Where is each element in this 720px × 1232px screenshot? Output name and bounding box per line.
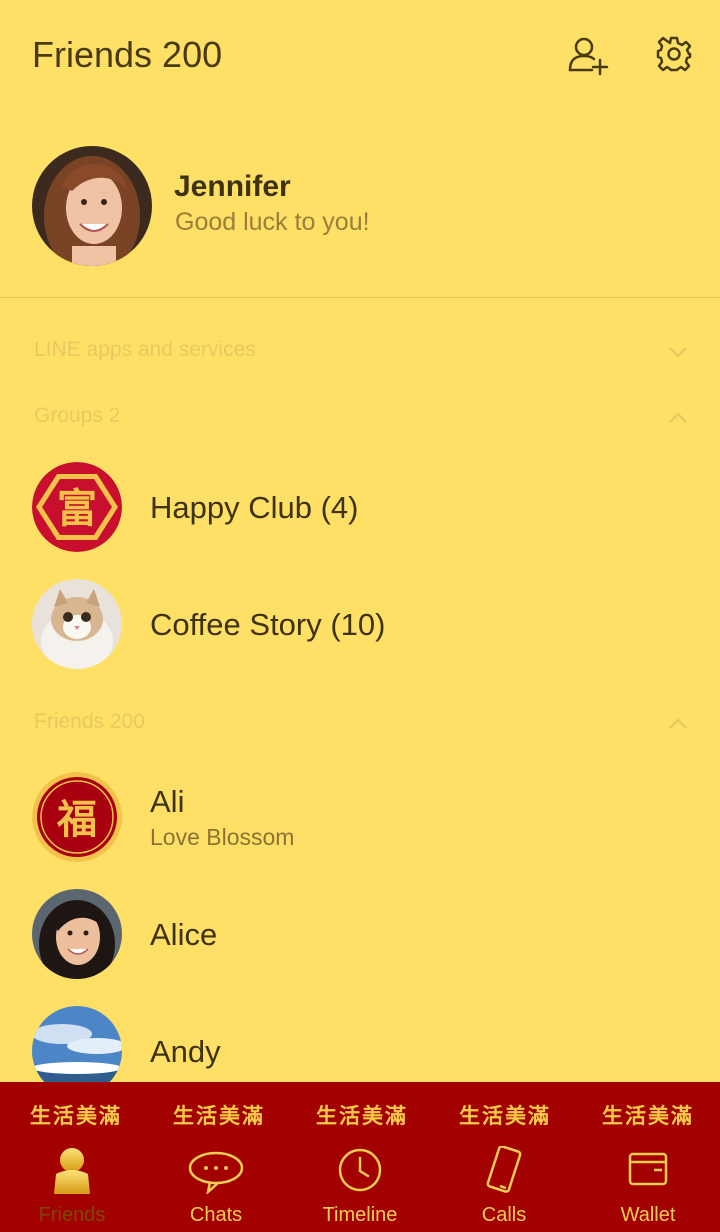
list-item-group[interactable]: 富 Happy Club (4) xyxy=(0,452,720,562)
my-profile[interactable]: Jennifer Good luck to you! xyxy=(0,140,720,298)
group-name: Coffee Story (10) xyxy=(150,607,386,642)
tab-label: Friends xyxy=(38,1204,106,1226)
page-title: Friends 200 xyxy=(32,34,223,75)
header: Friends 200 xyxy=(0,0,720,110)
decor-text: 生活美滿 xyxy=(602,1103,694,1128)
decor-text: 生活美滿 xyxy=(173,1103,265,1128)
friend-name: Andy xyxy=(150,1034,221,1069)
decor-text: 生活美滿 xyxy=(459,1103,551,1128)
gear-icon[interactable] xyxy=(652,34,696,78)
avatar[interactable] xyxy=(32,146,152,266)
friend-name: Ali xyxy=(150,784,185,819)
avatar: 富 xyxy=(32,462,122,552)
svg-text:富: 富 xyxy=(57,485,97,532)
section-groups[interactable]: Groups 2 xyxy=(0,392,720,442)
decor-text: 生活美滿 xyxy=(316,1103,408,1128)
section-line-apps[interactable]: LINE apps and services xyxy=(0,326,720,376)
section-label: LINE apps and services xyxy=(34,338,256,361)
section-label: Friends 200 xyxy=(34,710,145,733)
svg-text:福: 福 xyxy=(56,796,97,843)
chat-bubble-icon xyxy=(188,1151,244,1194)
bottom-tab-bar: 生活美滿 生活美滿 生活美滿 生活美滿 生活美滿 Friends Chats T… xyxy=(0,1082,720,1232)
profile-name: Jennifer xyxy=(174,170,291,203)
decor-text: 生活美滿 xyxy=(30,1103,122,1128)
chevron-up-icon[interactable] xyxy=(666,712,690,736)
avatar: 福 xyxy=(32,772,122,862)
chevron-up-icon[interactable] xyxy=(666,406,690,430)
tab-friends[interactable]: Friends xyxy=(0,1142,144,1232)
chevron-down-icon[interactable] xyxy=(666,340,690,364)
avatar xyxy=(32,579,122,669)
tab-chats[interactable]: Chats xyxy=(144,1142,288,1232)
avatar xyxy=(32,889,122,979)
person-icon xyxy=(54,1148,90,1194)
friend-name: Alice xyxy=(150,917,218,952)
clock-icon xyxy=(338,1148,382,1192)
profile-status: Good luck to you! xyxy=(175,208,370,236)
group-name: Happy Club (4) xyxy=(150,490,359,525)
tab-label: Wallet xyxy=(620,1204,676,1226)
section-friends[interactable]: Friends 200 xyxy=(0,698,720,748)
list-item-friend[interactable]: 福 Ali Love Blossom xyxy=(0,762,720,872)
tab-timeline[interactable]: Timeline xyxy=(288,1142,432,1232)
tab-label: Chats xyxy=(189,1204,243,1226)
wallet-icon xyxy=(628,1152,668,1186)
tab-calls[interactable]: Calls xyxy=(432,1142,576,1232)
tab-label: Timeline xyxy=(322,1204,398,1226)
friend-status: Love Blossom xyxy=(150,824,295,850)
list-item-group[interactable]: Coffee Story (10) xyxy=(0,569,720,679)
phone-icon xyxy=(486,1146,522,1193)
tab-wallet[interactable]: Wallet xyxy=(576,1142,720,1232)
add-friend-icon[interactable] xyxy=(566,34,610,78)
tab-label: Calls xyxy=(481,1204,527,1226)
section-label: Groups 2 xyxy=(34,404,121,427)
list-item-friend[interactable]: Alice xyxy=(0,879,720,989)
